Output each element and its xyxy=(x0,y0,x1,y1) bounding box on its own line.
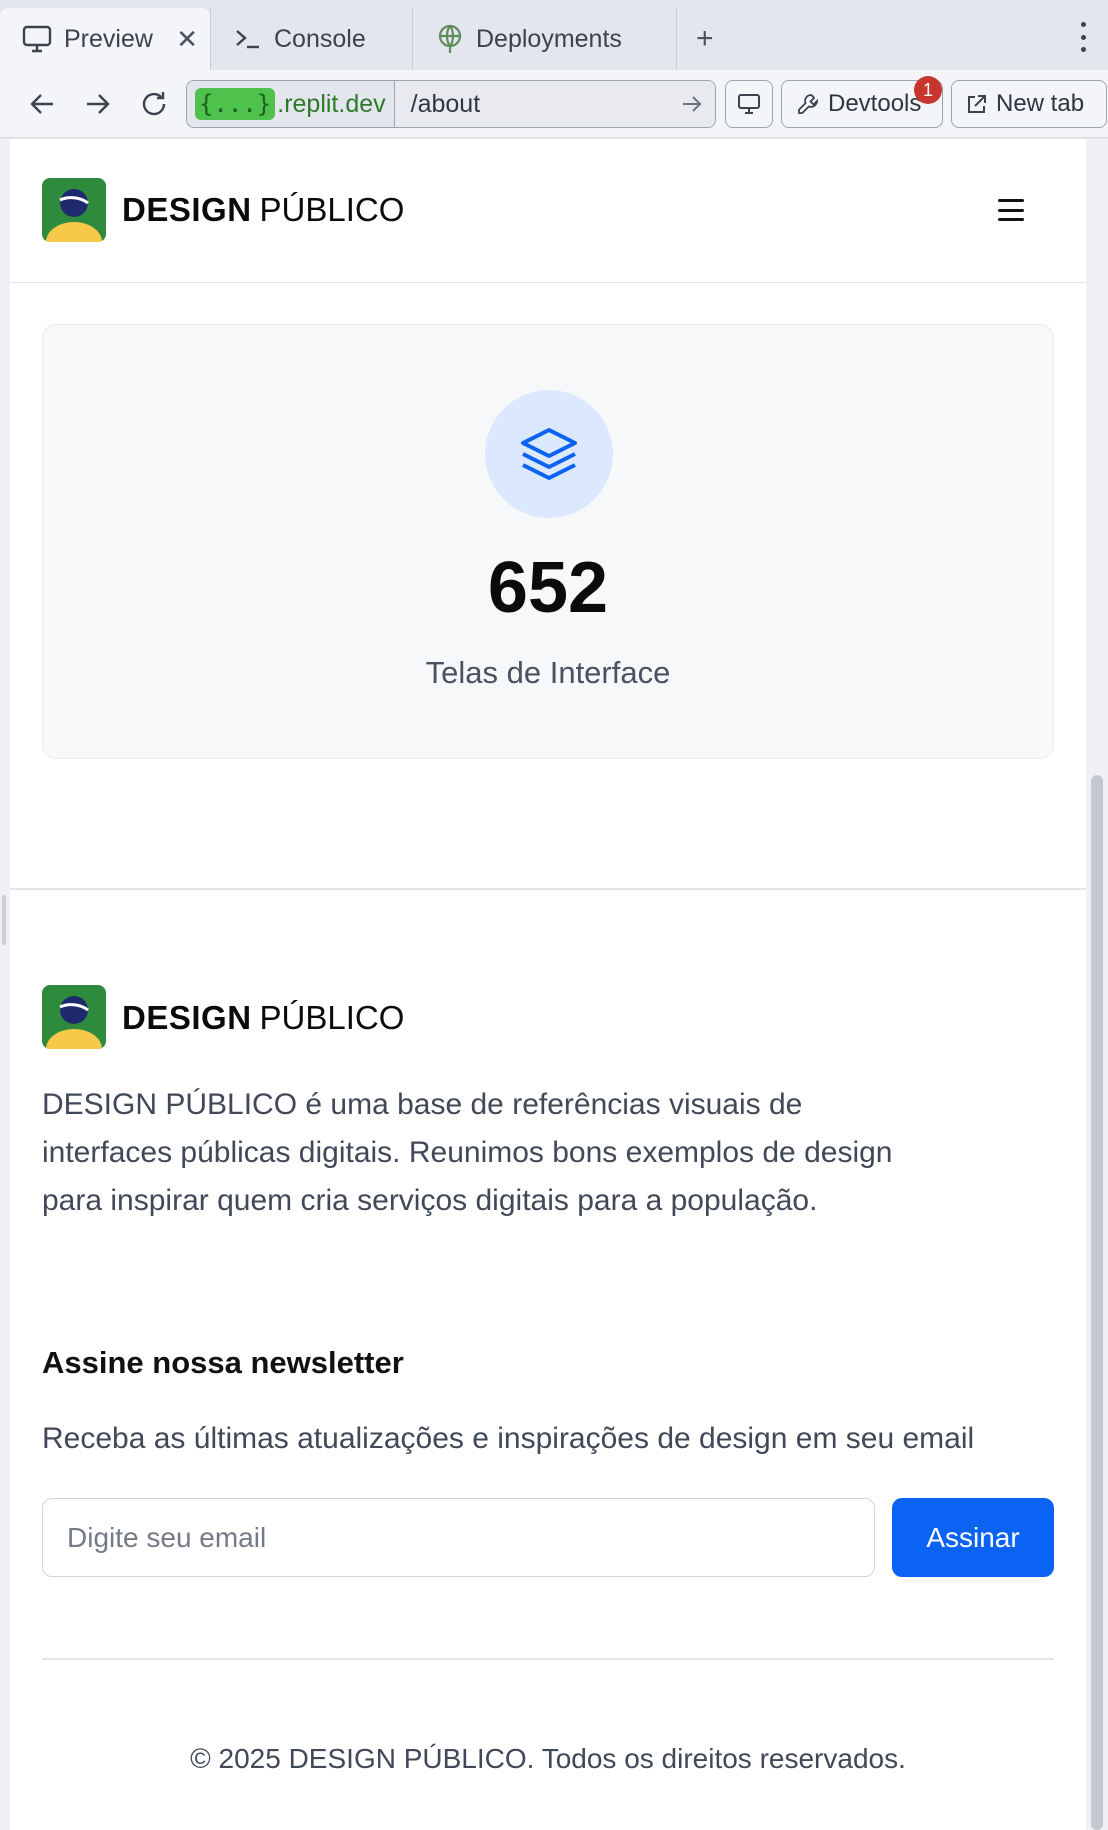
address-bar[interactable]: {...} .replit.dev /about xyxy=(186,80,716,128)
stat-label: Telas de Interface xyxy=(425,655,671,690)
tab-separator xyxy=(412,8,413,70)
scrollbar-thumb[interactable] xyxy=(1091,775,1103,1830)
newsletter-subtitle: Receba as últimas atualizações e inspira… xyxy=(42,1422,975,1455)
tab-preview[interactable]: Preview ✕ xyxy=(0,8,210,70)
tab-preview-label: Preview xyxy=(64,24,153,53)
resize-handle[interactable] xyxy=(2,895,6,945)
footer-brand-name[interactable]: DESIGN PÚBLICO xyxy=(122,999,404,1037)
stat-card: 652 Telas de Interface xyxy=(42,324,1054,759)
forward-arrow-icon[interactable] xyxy=(80,86,116,122)
external-link-icon xyxy=(968,95,986,113)
url-host: {...} .replit.dev xyxy=(187,81,395,127)
page-viewport: DESIGN PÚBLICO 652 Telas de Interface DE… xyxy=(10,139,1086,1830)
devtools-label: Devtools xyxy=(828,90,922,117)
globe-icon xyxy=(438,24,462,53)
devtools-badge: 1 xyxy=(914,76,942,104)
tab-deployments-label: Deployments xyxy=(476,24,622,53)
go-arrow-icon[interactable] xyxy=(681,93,703,115)
url-path[interactable]: /about xyxy=(394,81,715,127)
newsletter-title: Assine nossa newsletter xyxy=(42,1345,404,1380)
reload-icon[interactable] xyxy=(136,86,172,122)
footer-brand-name-light: PÚBLICO xyxy=(259,999,405,1036)
back-arrow-icon[interactable] xyxy=(24,86,60,122)
new-tab-label: New tab xyxy=(996,90,1085,117)
new-tab-button[interactable]: New tab xyxy=(951,80,1107,128)
tab-console[interactable]: Console xyxy=(212,8,412,70)
brand-name-light: PÚBLICO xyxy=(259,191,405,228)
copyright-divider xyxy=(42,1658,1054,1660)
brand-logo[interactable] xyxy=(42,178,106,242)
tab-deployments[interactable]: Deployments xyxy=(414,8,676,70)
more-options-icon[interactable] xyxy=(1075,22,1091,52)
close-icon[interactable]: ✕ xyxy=(176,24,198,55)
wrench-icon xyxy=(798,94,818,114)
footer-brand-logo[interactable] xyxy=(42,985,106,1049)
viewport-left-edge xyxy=(0,139,10,1830)
brand-name-bold: DESIGN xyxy=(122,191,252,228)
hamburger-menu-icon[interactable] xyxy=(998,199,1024,221)
footer-brand-name-bold: DESIGN xyxy=(122,999,252,1036)
email-input[interactable] xyxy=(42,1498,875,1577)
brand-name[interactable]: DESIGN PÚBLICO xyxy=(122,191,404,229)
copyright-text: © 2025 DESIGN PÚBLICO. Todos os direitos… xyxy=(190,1743,906,1774)
url-chip: {...} xyxy=(195,88,276,120)
site-header: DESIGN PÚBLICO xyxy=(10,139,1086,283)
monitor-icon xyxy=(22,25,52,53)
browser-tab-bar: Preview ✕ Console Deployments + xyxy=(0,0,1108,70)
footer-divider xyxy=(10,888,1086,890)
url-domain: .replit.dev xyxy=(277,89,386,118)
subscribe-button[interactable]: Assinar xyxy=(892,1498,1054,1577)
tab-separator xyxy=(210,8,211,70)
monitor-icon xyxy=(738,94,760,114)
stat-value: 652 xyxy=(487,548,609,628)
tab-separator xyxy=(676,8,677,70)
device-preview-button[interactable] xyxy=(725,80,773,128)
layers-icon xyxy=(485,390,613,518)
terminal-icon xyxy=(236,30,259,49)
browser-toolbar: {...} .replit.dev /about Devtools New ta… xyxy=(0,70,1108,138)
tab-console-label: Console xyxy=(274,24,366,53)
new-tab-plus-icon[interactable]: + xyxy=(696,24,714,54)
about-description: DESIGN PÚBLICO é uma base de referências… xyxy=(42,1088,893,1217)
